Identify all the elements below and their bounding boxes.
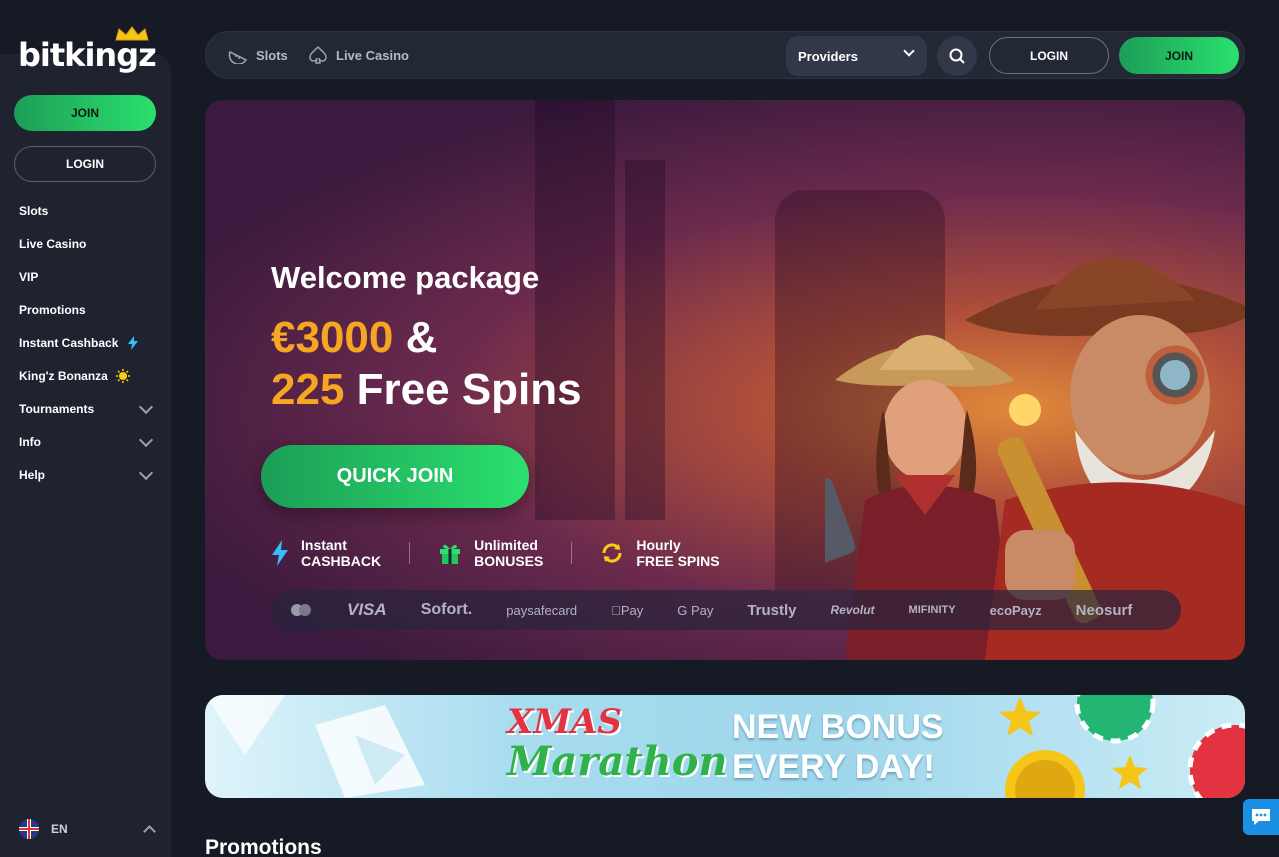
spade-icon (309, 46, 327, 64)
sidebar-item-tournaments[interactable]: Tournaments (0, 392, 171, 425)
sidebar: bitkingz JOIN LOGIN Slots Live Casino VI… (0, 0, 171, 857)
free-spins-label: Free Spins (344, 365, 582, 414)
sidebar-item-info[interactable]: Info (0, 425, 171, 458)
lightning-icon (128, 335, 139, 350)
top-nav-live-casino-label: Live Casino (336, 47, 409, 63)
payment-apple-pay-label: Pay (611, 602, 643, 618)
bonus-amount: €3000 (271, 313, 394, 362)
lightning-icon (272, 540, 288, 566)
mastercard-icon (291, 604, 311, 616)
payment-apple-pay: Pay (611, 603, 643, 618)
payment-visa: VISA (347, 600, 387, 619)
bonus-amount-suffix: & (393, 313, 438, 362)
gift-icon (440, 544, 461, 564)
login-button[interactable]: LOGIN (14, 146, 156, 182)
xmas-marathon-banner[interactable]: XMAS Marathon NEW BONUS EVERY DAY! (205, 695, 1245, 798)
sidebar-item-vip[interactable]: VIP (0, 260, 171, 293)
welcome-hero-banner: Welcome package €3000 & 225 Free Spins Q… (205, 100, 1245, 660)
feature-line2: BONUSES (474, 553, 544, 569)
payment-neosurf: Neosurf (1065, 601, 1133, 619)
search-icon (949, 48, 965, 64)
search-button[interactable] (937, 36, 977, 76)
feature-free-spins: Hourly FREE SPINS (600, 537, 720, 569)
live-chat-button[interactable] (1243, 799, 1279, 835)
watermelon-icon (228, 50, 248, 64)
brand-logo[interactable]: bitkingz (18, 26, 157, 74)
ice-crystal-graphic (205, 695, 425, 798)
payment-methods-strip: VISA Sofort. paysafecard Pay G Pay Trus… (271, 590, 1181, 630)
xmas-tagline-line2: EVERY DAY! (732, 748, 935, 786)
language-selector[interactable]: EN (19, 819, 156, 839)
chat-bubble-icon (1252, 809, 1270, 825)
feature-line2: FREE SPINS (636, 553, 720, 569)
payment-google-pay: G Pay (667, 602, 713, 618)
uk-flag-icon (19, 819, 39, 839)
divider (409, 542, 411, 564)
feature-line1: Instant (301, 537, 347, 553)
language-label: EN (51, 822, 68, 836)
feature-line1: Hourly (636, 537, 681, 553)
sidebar-item-help[interactable]: Help (0, 458, 171, 491)
xmas-tagline: NEW BONUS EVERY DAY! (732, 707, 944, 787)
chevron-down-icon (138, 399, 154, 414)
promotions-section-title: Promotions (205, 836, 322, 857)
sidebar-item-label: Tournaments (19, 401, 95, 416)
apple-icon:  (611, 603, 621, 618)
payment-trustly: Trustly (737, 601, 796, 619)
payment-mifinity: MIFINITY (898, 604, 956, 616)
sidebar-item-label: Live Casino (19, 236, 87, 251)
chevron-up-icon (143, 825, 156, 838)
top-nav-live-casino[interactable]: Live Casino (308, 46, 409, 64)
refresh-icon (602, 543, 622, 563)
top-navigation-bar: Slots Live Casino Providers LOGIN JOIN (205, 31, 1245, 79)
sidebar-item-label: Slots (19, 203, 49, 218)
hero-features: Instant CASHBACK Unlimited BONUSES Hourly F… (271, 537, 748, 569)
sidebar-item-live-casino[interactable]: Live Casino (0, 227, 171, 260)
payment-sofort: Sofort. (420, 601, 473, 618)
sidebar-item-label: Help (19, 467, 46, 482)
bg-tower (625, 160, 665, 520)
sun-icon (115, 368, 130, 383)
feature-line1: Unlimited (474, 537, 538, 553)
sidebar-item-label: Instant Cashback (19, 335, 119, 350)
payment-paysafecard: paysafecard (506, 602, 578, 618)
top-nav-slots[interactable]: Slots (228, 46, 288, 64)
chevron-down-icon (903, 45, 915, 57)
join-button[interactable]: JOIN (14, 95, 156, 131)
sidebar-item-promotions[interactable]: Promotions (0, 293, 171, 326)
feature-line2: CASHBACK (301, 553, 382, 569)
feature-cashback: Instant CASHBACK (271, 537, 381, 569)
login-button[interactable]: LOGIN (989, 37, 1109, 74)
feature-bonuses: Unlimited BONUSES (438, 537, 543, 569)
sidebar-nav: Slots Live Casino VIP Promotions Instant… (0, 194, 171, 491)
sidebar-item-kingz-bonanza[interactable]: King'z Bonanza (0, 359, 171, 392)
providers-dropdown[interactable]: Providers (786, 36, 927, 76)
bg-tower (535, 100, 615, 520)
sidebar-item-label: Promotions (19, 302, 86, 317)
xmas-title-line2: Marathon (507, 738, 728, 785)
chevron-down-icon (138, 465, 154, 480)
sidebar-item-slots[interactable]: Slots (0, 194, 171, 227)
join-button[interactable]: JOIN (1119, 37, 1239, 74)
chips-stars-graphic (999, 695, 1245, 798)
xmas-title-line1: XMAS (507, 702, 622, 742)
payment-revolut: Revolut (820, 603, 875, 617)
divider (571, 542, 573, 564)
sidebar-item-label: VIP (19, 269, 39, 284)
free-spins-count: 225 (271, 365, 345, 414)
chevron-down-icon (138, 432, 154, 447)
payment-ecopayz: ecoPayz (979, 602, 1042, 618)
hero-offer: €3000 & 225 Free Spins (271, 312, 582, 416)
hero-headline: Welcome package (271, 260, 540, 295)
sidebar-item-instant-cashback[interactable]: Instant Cashback (0, 326, 171, 359)
sidebar-item-label: King'z Bonanza (19, 368, 108, 383)
top-nav-slots-label: Slots (256, 47, 288, 63)
sidebar-item-label: Info (19, 434, 41, 449)
xmas-tagline-line1: NEW BONUS (732, 708, 944, 746)
providers-label: Providers (798, 48, 858, 64)
xmas-marathon-title: XMAS Marathon (507, 703, 728, 783)
crown-icon (115, 26, 149, 41)
quick-join-button[interactable]: QUICK JOIN (261, 445, 529, 508)
